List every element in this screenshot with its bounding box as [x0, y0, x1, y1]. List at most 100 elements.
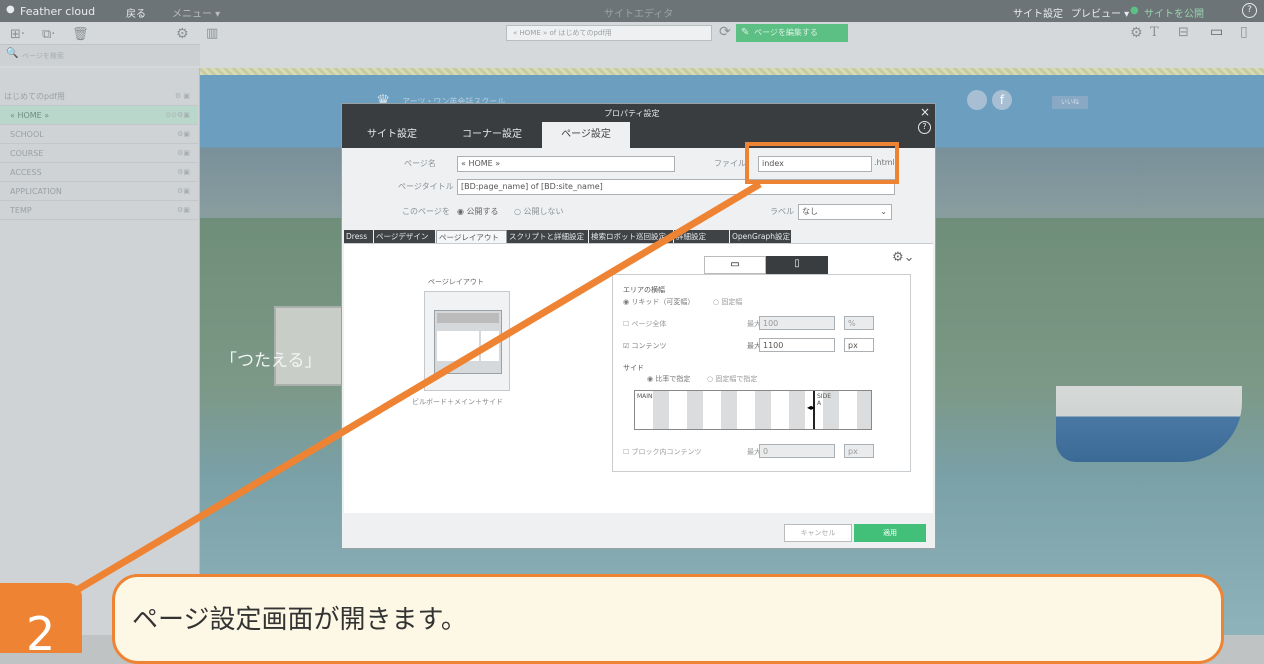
- side-label: サイド: [623, 364, 644, 372]
- sidebar-toggle-icon[interactable]: ▥: [206, 26, 218, 41]
- block-contents-unit-select[interactable]: px: [844, 444, 874, 458]
- contents-input[interactable]: 1100: [759, 338, 835, 352]
- menu-button[interactable]: メニュー ▾: [172, 5, 220, 20]
- liquid-label: リキッド（可変幅）: [631, 298, 695, 306]
- step-badge: 2: [0, 583, 82, 661]
- feather-logo-icon: ●: [6, 4, 15, 15]
- like-button[interactable]: いいね: [1052, 96, 1088, 109]
- help-icon[interactable]: ?: [1242, 3, 1257, 18]
- url-field[interactable]: « HOME » of はじめてのpdf用: [506, 25, 712, 41]
- label-select[interactable]: なし ⌄: [798, 204, 892, 220]
- subtab-detail[interactable]: 詳細設定: [674, 230, 730, 244]
- mobile-icon[interactable]: ▯: [1240, 24, 1248, 40]
- tab-corner-settings[interactable]: コーナー設定: [442, 122, 542, 148]
- app-topbar: ● Feather cloud 戻る メニュー ▾ サイトエディタ サイト設定 …: [0, 0, 1264, 22]
- social-icon[interactable]: [967, 90, 987, 110]
- sidebar-item-school[interactable]: SCHOOL ⚙▣: [0, 125, 198, 144]
- tree-root[interactable]: はじめてのpdf用 ⚙ ▣: [0, 87, 198, 106]
- tab-site-settings[interactable]: サイト設定: [342, 122, 442, 148]
- subtab-dress[interactable]: Dress: [344, 230, 374, 244]
- subtab-opengraph[interactable]: OpenGraph設定: [730, 230, 792, 244]
- hero-boat: [1056, 386, 1242, 462]
- side-ratio-slider[interactable]: MAIN ◂▸ SIDE A: [634, 390, 872, 430]
- app-logo: Feather cloud: [20, 5, 96, 18]
- sidebar-item-course[interactable]: COURSE ⚙▣: [0, 144, 198, 163]
- layout-thumbnail[interactable]: [424, 291, 510, 391]
- layout-side: [481, 331, 499, 361]
- site-settings-button[interactable]: サイト設定: [1013, 5, 1063, 20]
- slider-side-label: SIDE A: [817, 393, 831, 407]
- sidebar-item-application[interactable]: APPLICATION ⚙▣: [0, 182, 198, 201]
- trash-icon[interactable]: 🗑: [72, 27, 89, 42]
- item-actions-icon[interactable]: ⚙▣: [177, 201, 190, 220]
- sidebar-item-label: ACCESS: [10, 168, 42, 177]
- block-contents-checkbox[interactable]: ☐ ブロック内コンテンツ: [623, 447, 702, 457]
- chevron-down-icon: ⌄: [880, 207, 887, 216]
- publish-label: このページを: [402, 207, 450, 216]
- back-button[interactable]: 戻る: [126, 5, 146, 20]
- sidebar-item-home[interactable]: « HOME » ⊙⊙⚙▣: [0, 106, 198, 125]
- page-full-unit-select[interactable]: %: [844, 316, 874, 330]
- item-actions-icon[interactable]: ⊙⊙⚙▣: [165, 106, 190, 125]
- layout-icon[interactable]: ⊟: [1178, 25, 1189, 40]
- tab-page-settings[interactable]: ページ設定: [542, 122, 630, 148]
- edit-page-button[interactable]: ✎ ページを編集する: [736, 24, 848, 42]
- close-icon[interactable]: ×: [920, 105, 930, 119]
- preview-button[interactable]: プレビュー ▾: [1071, 5, 1129, 20]
- mobile-icon: ▯: [794, 258, 800, 269]
- copy-block-icon[interactable]: ⧉·: [42, 27, 55, 42]
- dialog-help-icon[interactable]: ?: [918, 121, 931, 134]
- page-name-field[interactable]: « HOME »: [457, 156, 675, 172]
- contents-checkbox[interactable]: ☑ コンテンツ: [623, 341, 667, 351]
- layout-billboard: [437, 313, 499, 323]
- label-select-value: なし: [802, 207, 818, 216]
- subtab-page-design[interactable]: ページデザイン: [374, 230, 436, 244]
- facebook-icon[interactable]: f: [992, 90, 1012, 110]
- publish-on-radio[interactable]: ◉ 公開する: [457, 206, 499, 217]
- block-contents-input[interactable]: 0: [759, 444, 835, 458]
- page-full-checkbox[interactable]: ☐ ページ全体: [623, 319, 666, 329]
- fixed-radio[interactable]: ○ 固定幅: [713, 297, 742, 307]
- root-actions-icon[interactable]: ⚙ ▣: [175, 87, 190, 106]
- sidebar-item-temp[interactable]: TEMP ⚙▣: [0, 201, 198, 220]
- desktop-view-tab[interactable]: ▭: [704, 256, 766, 274]
- subtab-page-layout[interactable]: ページレイアウト: [436, 230, 507, 244]
- publish-off-label: 公開しない: [523, 207, 564, 216]
- contents-unit-select[interactable]: px: [844, 338, 874, 352]
- fixed-label: 固定幅: [721, 298, 743, 306]
- item-actions-icon[interactable]: ⚙▣: [177, 144, 190, 163]
- subtab-script[interactable]: スクリプトと詳細設定: [507, 230, 589, 244]
- item-actions-icon[interactable]: ⚙▣: [177, 182, 190, 201]
- label-label: ラベル: [770, 207, 794, 216]
- item-actions-icon[interactable]: ⚙▣: [177, 163, 190, 182]
- desktop-icon[interactable]: ▭: [1210, 24, 1223, 40]
- layout-title: ページレイアウト: [428, 278, 484, 286]
- layout-gear-icon[interactable]: ⚙⌄: [892, 250, 915, 265]
- side-ratio-radio[interactable]: ◉ 比率で指定: [647, 374, 690, 384]
- gear-icon[interactable]: ⚙: [176, 26, 189, 42]
- add-block-icon[interactable]: ⊞·: [10, 27, 25, 42]
- file-name-highlight: [745, 142, 899, 184]
- reload-icon[interactable]: ⟳: [719, 24, 731, 40]
- step-number: 2: [26, 607, 56, 661]
- page-search[interactable]: 🔍 ページを検索: [0, 44, 200, 66]
- liquid-radio[interactable]: ◉ リキッド（可変幅）: [623, 297, 694, 307]
- search-input[interactable]: ページを検索: [22, 51, 64, 61]
- text-tool[interactable]: T: [1150, 25, 1159, 40]
- ruler-stripe: [200, 68, 1264, 75]
- mobile-view-tab[interactable]: ▯: [766, 256, 828, 274]
- desktop-icon: ▭: [730, 259, 740, 270]
- settings-icon[interactable]: ⚙: [1130, 25, 1143, 41]
- side-fixed-radio[interactable]: ○ 固定幅で指定: [707, 374, 757, 384]
- subtab-robots[interactable]: 検索ロボット巡回設定: [589, 230, 674, 244]
- publish-button[interactable]: サイトを公開: [1144, 5, 1204, 20]
- file-label: ファイル: [714, 159, 746, 168]
- publish-off-radio[interactable]: ○ 公開しない: [514, 206, 564, 217]
- instruction-callout: ページ設定画面が開きます。: [112, 574, 1224, 664]
- sidebar-item-access[interactable]: ACCESS ⚙▣: [0, 163, 198, 182]
- apply-button[interactable]: 適用: [854, 524, 926, 542]
- layout-preview: [434, 310, 502, 374]
- cancel-button[interactable]: キャンセル: [784, 524, 852, 542]
- item-actions-icon[interactable]: ⚙▣: [177, 125, 190, 144]
- page-full-input[interactable]: 100: [759, 316, 835, 330]
